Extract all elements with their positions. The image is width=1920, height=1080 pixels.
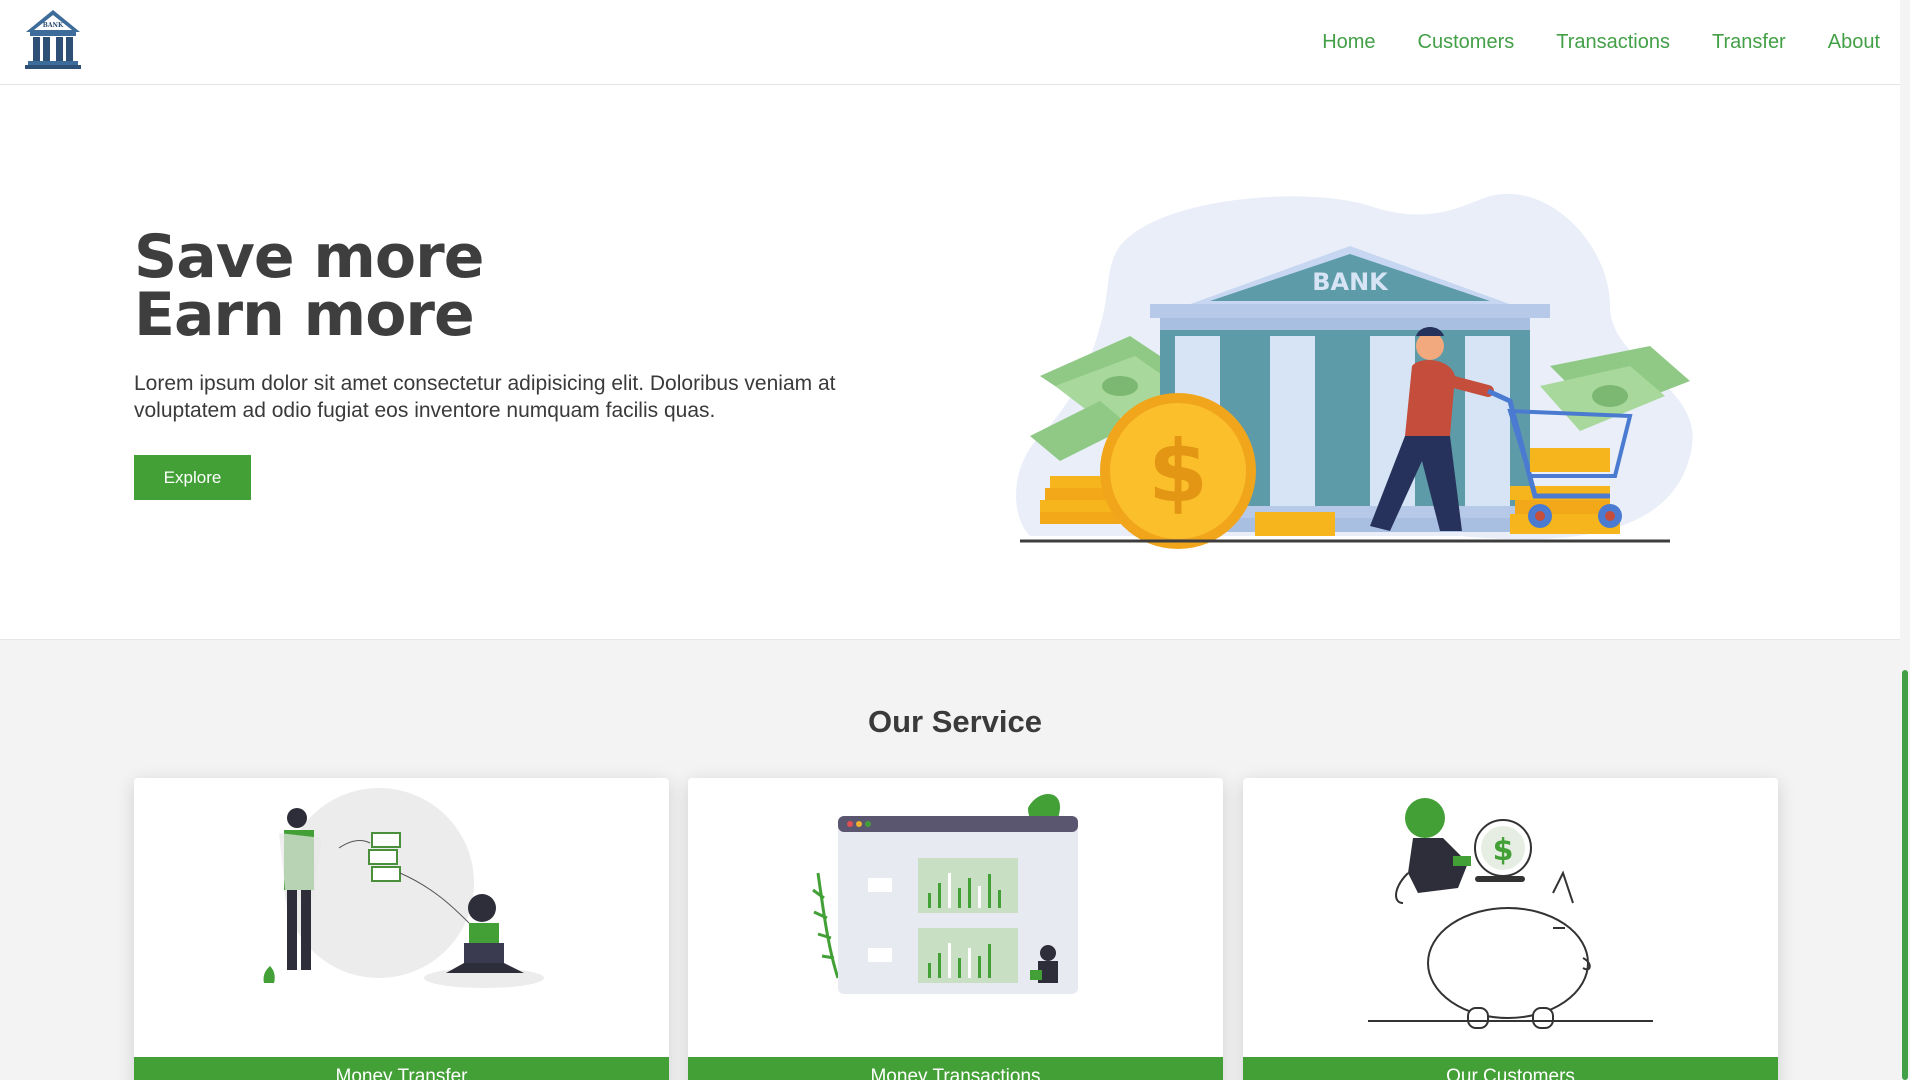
hero-title-line1: Save more [134,222,484,292]
svg-text:$: $ [1493,833,1514,868]
page-scrollbar[interactable] [1900,0,1910,1080]
services-section: Our Service Money Transfer Money Transac… [0,639,1910,1080]
bank-illustration: BANK $ [1016,193,1693,549]
dollar-coin-icon: $ [1100,393,1256,549]
service-card-label: Money Transfer [134,1057,669,1080]
money-transactions-illustration [812,794,1078,994]
explore-button[interactable]: Explore [134,455,251,500]
services-title: Our Service [867,704,1043,739]
svg-text:BANK: BANK [1312,268,1389,296]
service-card-label: Our Customers [1243,1057,1778,1080]
page: BANK Home Customers Transactions Transfe… [0,0,1910,1080]
nav-transactions[interactable]: Transactions [1556,31,1670,54]
our-customers-illustration: $ [1368,798,1653,1029]
bank-logo-icon[interactable]: BANK [20,6,86,72]
nav-about[interactable]: About [1828,31,1880,54]
service-card-money-transactions[interactable]: Money Transactions [688,778,1223,1080]
nav-home[interactable]: Home [1322,31,1375,54]
hero-title-line2: Earn more [134,280,475,350]
header: BANK Home Customers Transactions Transfe… [0,0,1910,85]
service-card-money-transfer[interactable]: Money Transfer [134,778,669,1080]
service-card-label: Money Transactions [688,1057,1223,1080]
hero-description: Lorem ipsum dolor sit amet consectetur a… [134,372,836,422]
service-card-our-customers[interactable]: $ Our Customers [1243,778,1778,1080]
hero-section: Save more Earn more Lorem ipsum dolor si… [0,86,1910,639]
hero-title: Save more Earn more [134,222,484,350]
main-nav: Home Customers Transactions Transfer Abo… [1322,0,1880,85]
money-transfer-illustration [263,788,544,988]
svg-text:$: $ [1148,422,1208,522]
nav-transfer[interactable]: Transfer [1712,31,1786,54]
svg-text:BANK: BANK [43,22,64,29]
scrollbar-thumb[interactable] [1902,670,1908,1080]
nav-customers[interactable]: Customers [1418,31,1515,54]
